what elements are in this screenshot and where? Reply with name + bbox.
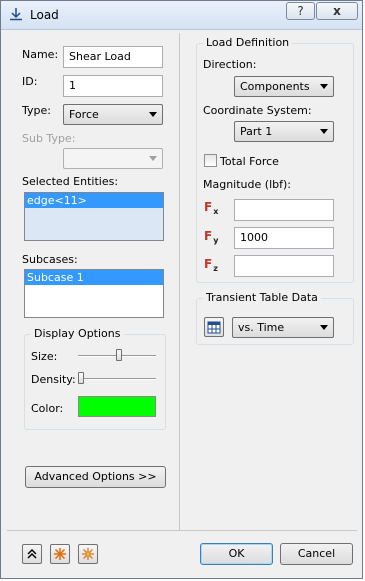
size-slider-thumb[interactable] [116, 349, 123, 361]
fx-label: Fx [204, 200, 219, 216]
selected-entities-label: Selected Entities: [22, 175, 119, 188]
density-slider-track[interactable] [78, 378, 156, 380]
starburst-grid-icon [82, 548, 94, 560]
subcases-label: Subcases: [22, 253, 78, 266]
subcases-list[interactable]: Subcase 1 [24, 269, 164, 318]
total-force-label: Total Force [220, 155, 279, 168]
direction-value: Components [240, 80, 310, 93]
direction-dropdown[interactable]: Components [234, 76, 334, 97]
chevron-down-icon [320, 84, 328, 89]
coordinate-system-dropdown[interactable]: Part 1 [234, 121, 334, 142]
transient-time-value: vs. Time [238, 321, 285, 334]
collapse-icon[interactable] [22, 544, 42, 564]
name-label: Name: [22, 48, 59, 61]
id-field[interactable]: 1 [63, 75, 163, 97]
transient-time-dropdown[interactable]: vs. Time [232, 317, 334, 338]
burst-grid-icon[interactable] [78, 544, 98, 564]
advanced-options-button[interactable]: Advanced Options >> [25, 466, 166, 488]
size-label: Size: [31, 350, 58, 363]
list-item[interactable]: edge<11> [25, 193, 163, 208]
chevron-down-icon [149, 156, 157, 161]
selected-entities-list[interactable]: edge<11> [24, 192, 164, 241]
load-definition-title: Load Definition [203, 36, 293, 49]
table-grid-icon [207, 321, 221, 334]
fy-field[interactable]: 1000 [234, 227, 334, 249]
chevron-down-icon [320, 325, 328, 330]
fy-label: Fy [204, 229, 219, 245]
double-chevron-up-icon [27, 548, 37, 559]
subtype-label: Sub Type: [22, 132, 76, 145]
transient-table-title: Transient Table Data [203, 291, 321, 304]
starburst-icon [54, 548, 66, 560]
subtype-dropdown[interactable] [63, 148, 163, 169]
display-options-title: Display Options [31, 327, 124, 340]
footer-divider [7, 530, 357, 531]
cancel-button[interactable]: Cancel [280, 543, 353, 565]
window-title: Load [30, 8, 59, 22]
density-slider-thumb[interactable] [78, 372, 84, 384]
color-label: Color: [31, 402, 64, 415]
direction-label: Direction: [203, 58, 257, 71]
coordinate-system-value: Part 1 [240, 125, 273, 138]
fz-field[interactable] [234, 255, 334, 277]
chevron-down-icon [320, 129, 328, 134]
id-label: ID: [22, 75, 38, 88]
table-icon[interactable] [204, 317, 224, 337]
fz-label: Fz [204, 257, 218, 273]
name-field[interactable]: Shear Load [63, 46, 163, 68]
help-button[interactable]: ? [286, 2, 315, 20]
load-icon [10, 8, 22, 21]
fx-field[interactable] [234, 199, 334, 221]
column-divider [179, 33, 180, 530]
chevron-down-icon [149, 112, 157, 117]
title-bar[interactable]: Load ? x [1, 1, 362, 30]
total-force-checkbox[interactable] [204, 154, 217, 167]
ok-button[interactable]: OK [200, 543, 273, 565]
close-button[interactable]: x [316, 2, 358, 20]
type-label: Type: [22, 104, 51, 117]
density-label: Density: [31, 373, 76, 386]
color-swatch[interactable] [78, 396, 156, 417]
coordinate-system-label: Coordinate System: [203, 104, 312, 117]
list-item[interactable]: Subcase 1 [25, 270, 163, 285]
load-dialog: Load ? x Name: Shear Load ID: 1 Type: Fo… [0, 0, 363, 579]
burst-icon[interactable] [50, 544, 70, 564]
magnitude-label: Magnitude (lbf): [203, 178, 291, 191]
type-dropdown[interactable]: Force [63, 104, 163, 125]
type-value: Force [69, 108, 99, 121]
